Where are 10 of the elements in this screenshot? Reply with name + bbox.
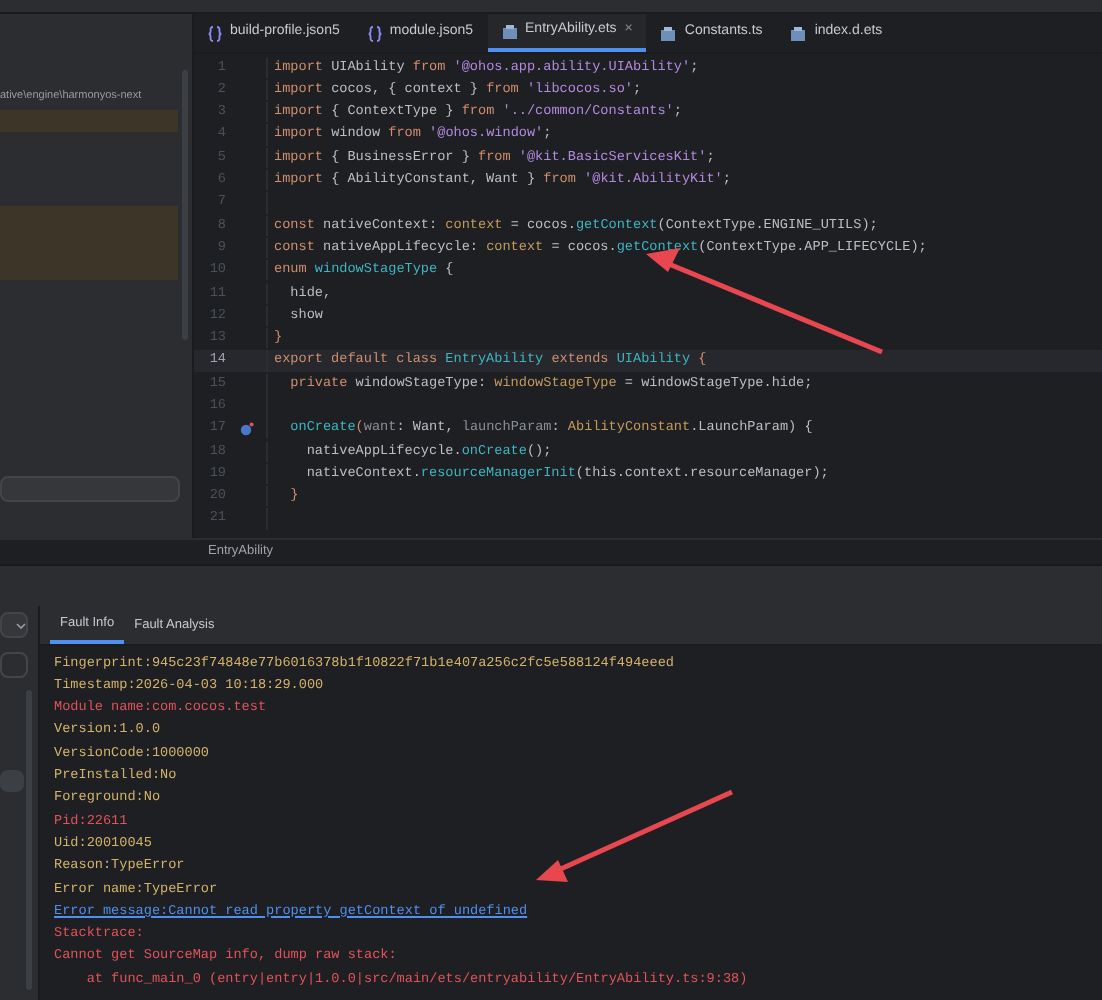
file-icon [501, 23, 518, 39]
braces-icon [208, 25, 222, 41]
chevron-down-icon [16, 621, 26, 629]
braces-icon [367, 25, 382, 41]
file-icon [790, 25, 807, 41]
filter-field[interactable] [0, 652, 28, 678]
dropdown[interactable] [0, 612, 28, 638]
gutter-marker-icon[interactable] [239, 421, 253, 436]
filter-field[interactable] [0, 476, 180, 502]
file-icon [660, 25, 677, 41]
